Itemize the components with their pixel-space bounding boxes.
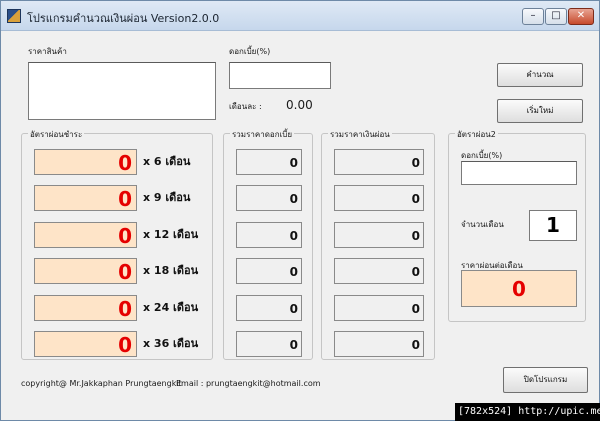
rate2-group: อัตราผ่อน2 ดอกเบี้ย(%) จำนวนเดือน 1 ราคา… <box>448 128 586 322</box>
app-icon <box>7 9 21 23</box>
months-24-label: x 24 เดือน <box>143 301 199 314</box>
price-label: ราคาสินค้า <box>28 47 67 56</box>
interest-total-group: รวมราคาดอกเบี้ย 0 0 0 0 0 0 <box>223 128 313 360</box>
interest-label: ดอกเบี้ย(%) <box>229 47 271 56</box>
months-36-label: x 36 เดือน <box>143 337 199 350</box>
installment-total-12-value: 0 <box>411 229 420 243</box>
months-18-label: x 18 เดือน <box>143 264 199 277</box>
payment-9-value: 0 <box>118 187 132 211</box>
interest-total-36-value: 0 <box>289 338 298 352</box>
installment-total-6-value: 0 <box>411 156 420 170</box>
rate2-interest-input[interactable] <box>461 161 577 185</box>
copyright-text: copyright@ Mr.Jakkaphan Prungtaengkit <box>21 379 182 388</box>
installment-total-group: รวมราคาเงินผ่อน 0 0 0 0 0 0 <box>321 128 435 360</box>
payment-9-box: 0 <box>34 185 137 211</box>
installment-total-6-box: 0 <box>334 149 424 175</box>
calculate-button[interactable]: คำนวณ <box>497 63 583 87</box>
interest-total-24-value: 0 <box>289 302 298 316</box>
close-window-button[interactable]: ✕ <box>568 8 594 25</box>
interest-total-6-box: 0 <box>236 149 302 175</box>
payment-24-box: 0 <box>34 295 137 321</box>
payment-18-box: 0 <box>34 258 137 284</box>
window-title: โปรแกรมคำนวณเงินผ่อน Version2.0.0 <box>27 12 220 25</box>
upic-watermark: [782x524] http://upic.me/ <box>455 403 600 421</box>
monthly-label: เดือนละ : <box>229 102 262 111</box>
payment-24-value: 0 <box>118 297 132 321</box>
payment-36-value: 0 <box>118 333 132 357</box>
months-9-label: x 9 เดือน <box>143 191 191 204</box>
installment-total-18-box: 0 <box>334 258 424 284</box>
interest-total-18-value: 0 <box>289 265 298 279</box>
interest-total-6-value: 0 <box>289 156 298 170</box>
maximize-button[interactable]: □ <box>545 8 567 25</box>
payment-12-box: 0 <box>34 222 137 248</box>
interest-total-12-value: 0 <box>289 229 298 243</box>
interest-input[interactable] <box>229 62 331 89</box>
interest-total-36-box: 0 <box>236 331 302 357</box>
interest-total-24-box: 0 <box>236 295 302 321</box>
installment-total-12-box: 0 <box>334 222 424 248</box>
payment-36-box: 0 <box>34 331 137 357</box>
payment-12-value: 0 <box>118 224 132 248</box>
installment-total-36-box: 0 <box>334 331 424 357</box>
interest-total-9-box: 0 <box>236 185 302 211</box>
interest-total-12-box: 0 <box>236 222 302 248</box>
rate2-months-label: จำนวนเดือน <box>461 220 504 229</box>
interest-total-9-value: 0 <box>289 192 298 206</box>
rate2-months-input[interactable]: 1 <box>529 210 577 241</box>
installment-total-36-value: 0 <box>411 338 420 352</box>
monthly-value: 0.00 <box>286 98 313 112</box>
payment-rates-title: อัตราผ่อนชำระ <box>28 128 85 141</box>
installment-total-24-value: 0 <box>411 302 420 316</box>
reset-button[interactable]: เริ่มใหม่ <box>497 99 583 123</box>
months-12-label: x 12 เดือน <box>143 228 199 241</box>
installment-total-18-value: 0 <box>411 265 420 279</box>
exit-program-button[interactable]: ปิดโปรแกรม <box>503 367 588 393</box>
rate2-title: อัตราผ่อน2 <box>455 128 498 141</box>
payment-6-value: 0 <box>118 151 132 175</box>
installment-total-9-value: 0 <box>411 192 420 206</box>
price-input[interactable] <box>28 62 216 120</box>
installment-total-24-box: 0 <box>334 295 424 321</box>
interest-total-18-box: 0 <box>236 258 302 284</box>
client-area: ราคาสินค้า ดอกเบี้ย(%) เดือนละ : 0.00 คำ… <box>8 32 593 402</box>
title-bar[interactable]: โปรแกรมคำนวณเงินผ่อน Version2.0.0 – □ ✕ <box>1 1 599 31</box>
payment-6-box: 0 <box>34 149 137 175</box>
minimize-button[interactable]: – <box>522 8 544 25</box>
rate2-per-month-value: 0 <box>461 270 577 307</box>
installment-total-title: รวมราคาเงินผ่อน <box>328 128 392 141</box>
installment-total-9-box: 0 <box>334 185 424 211</box>
interest-total-title: รวมราคาดอกเบี้ย <box>230 128 295 141</box>
app-window: โปรแกรมคำนวณเงินผ่อน Version2.0.0 – □ ✕ … <box>0 0 600 421</box>
months-6-label: x 6 เดือน <box>143 155 191 168</box>
payment-rates-group: อัตราผ่อนชำระ 0 x 6 เดือน 0 x 9 เดือน 0 … <box>21 128 213 360</box>
payment-18-value: 0 <box>118 260 132 284</box>
email-text: Email : prungtaengkit@hotmail.com <box>176 379 321 388</box>
